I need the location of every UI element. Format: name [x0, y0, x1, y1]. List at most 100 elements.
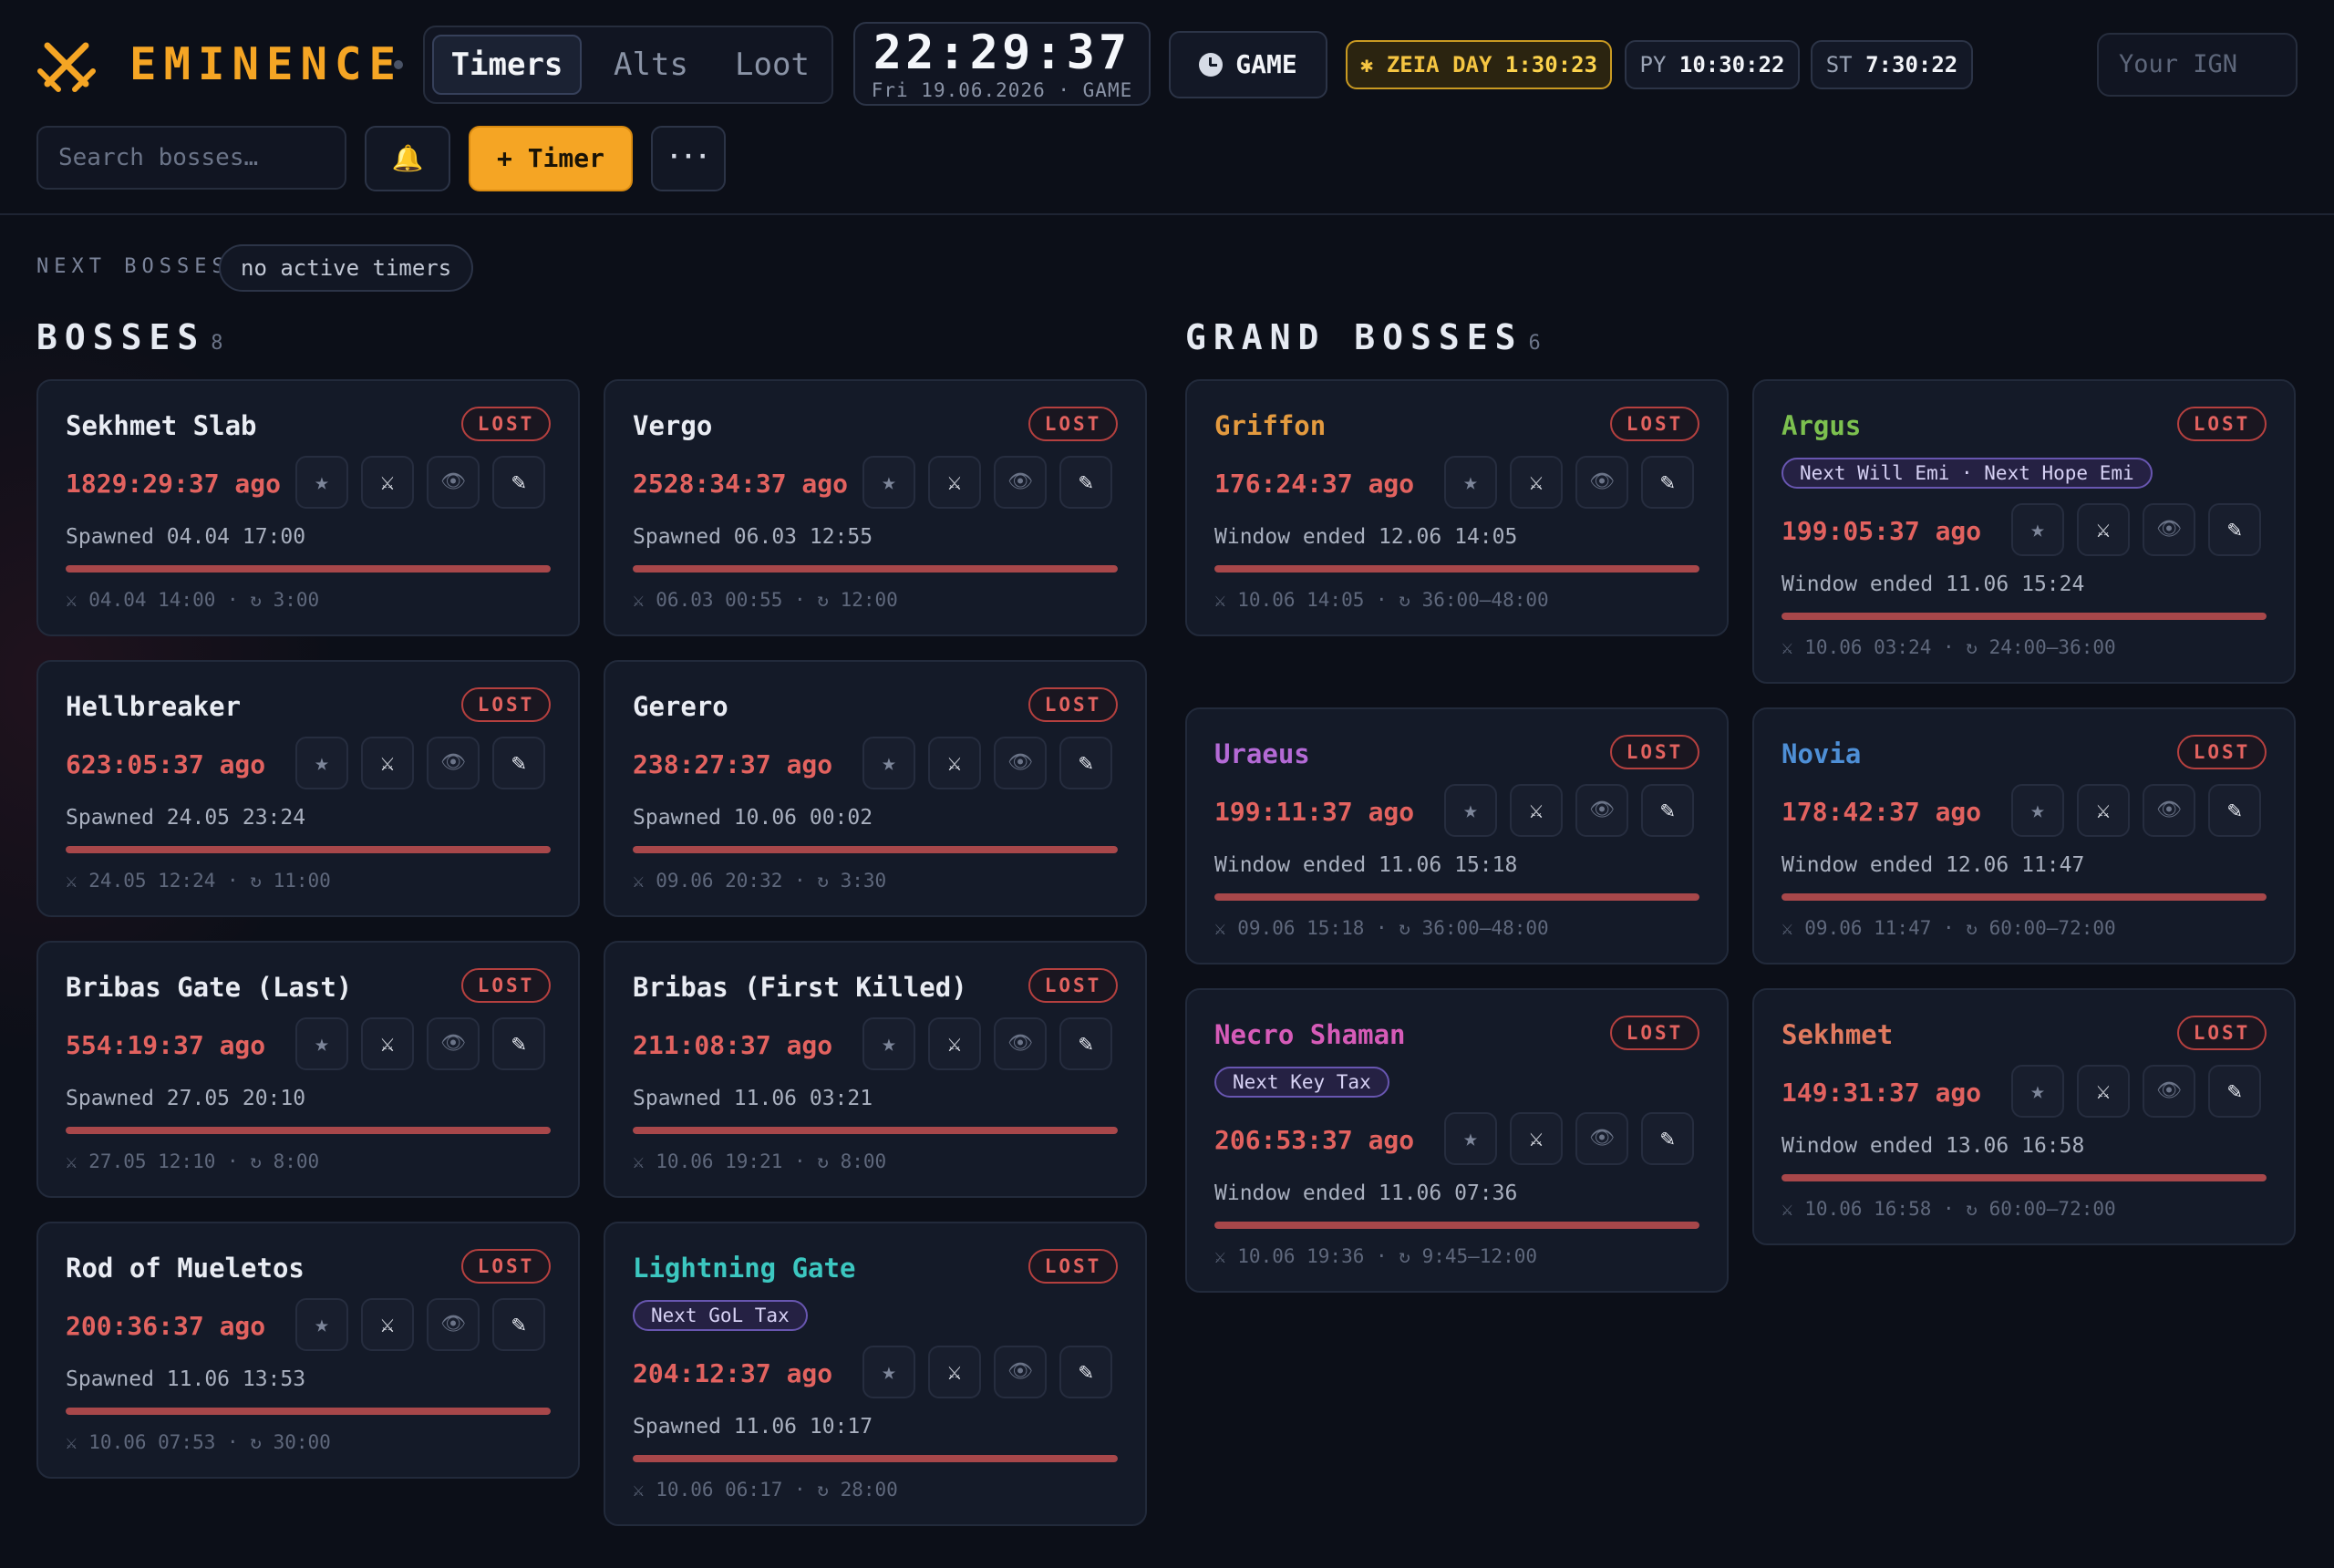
- edit-icon[interactable]: ✎: [1641, 784, 1694, 837]
- py-value: 10:30:22: [1678, 52, 1785, 77]
- sword-icon[interactable]: ⚔: [2077, 1065, 2130, 1118]
- sword-icon[interactable]: ⚔: [361, 737, 414, 789]
- star-icon[interactable]: ★: [2011, 503, 2064, 556]
- edit-icon[interactable]: ✎: [492, 1298, 545, 1351]
- eye-icon[interactable]: 👁: [427, 737, 480, 789]
- bosses-title: BOSSES 8: [36, 317, 223, 357]
- star-icon[interactable]: ★: [295, 1017, 348, 1070]
- edit-icon[interactable]: ✎: [1641, 1112, 1694, 1165]
- sword-icon[interactable]: ⚔: [361, 1017, 414, 1070]
- eye-icon[interactable]: 👁: [1575, 1112, 1628, 1165]
- edit-icon[interactable]: ✎: [1059, 1346, 1112, 1398]
- eye-icon[interactable]: 👁: [427, 456, 480, 509]
- zeia-day-value: 1:30:23: [1504, 52, 1598, 77]
- star-icon[interactable]: ★: [1444, 456, 1497, 509]
- star-icon[interactable]: ★: [295, 1298, 348, 1351]
- status-badge: LOST: [1028, 687, 1118, 722]
- eye-icon[interactable]: 👁: [1575, 784, 1628, 837]
- ign-input[interactable]: Your IGN: [2097, 33, 2298, 97]
- sword-icon[interactable]: ⚔: [1510, 456, 1563, 509]
- time-since: 554:19:37 ago: [66, 1030, 266, 1060]
- eye-icon[interactable]: 👁: [994, 1017, 1047, 1070]
- star-icon[interactable]: ★: [295, 737, 348, 789]
- card-actions: ★ ⚔ 👁 ✎: [1444, 1112, 1699, 1165]
- spawn-info: Window ended 12.06 11:47: [1781, 853, 2085, 877]
- edit-icon[interactable]: ✎: [2208, 1065, 2261, 1118]
- sword-icon[interactable]: ⚔: [361, 456, 414, 509]
- progress-bar: [66, 1127, 551, 1134]
- boss-card: Sekhmet Slab LOST 1829:29:37 ago ★ ⚔ 👁 ✎ Spawne…: [36, 379, 580, 636]
- edit-icon[interactable]: ✎: [1641, 456, 1694, 509]
- sword-icon[interactable]: ⚔: [2077, 503, 2130, 556]
- boss-name: Vergo: [633, 410, 713, 441]
- tab-loot[interactable]: Loot: [718, 35, 826, 95]
- sword-icon[interactable]: ⚔: [1510, 1112, 1563, 1165]
- add-timer-button[interactable]: + Timer: [469, 126, 633, 191]
- brand-name: EMINENCE: [129, 38, 404, 90]
- progress-bar: [66, 565, 551, 573]
- card-actions: ★ ⚔ 👁 ✎: [2011, 784, 2267, 837]
- sword-icon[interactable]: ⚔: [928, 456, 981, 509]
- bell-icon[interactable]: 🔔: [365, 126, 450, 191]
- game-clock: 22:29:37 Fri 19.06.2026 · GAME: [853, 22, 1151, 106]
- search-input[interactable]: Search bosses…: [36, 126, 346, 190]
- star-icon[interactable]: ★: [862, 456, 915, 509]
- edit-icon[interactable]: ✎: [2208, 784, 2261, 837]
- star-icon[interactable]: ★: [295, 456, 348, 509]
- tab-alts[interactable]: Alts: [594, 35, 707, 95]
- sword-icon[interactable]: ⚔: [928, 737, 981, 789]
- boss-card: Griffon LOST 176:24:37 ago ★ ⚔ 👁 ✎ Window ended…: [1185, 379, 1729, 636]
- progress-bar: [66, 1408, 551, 1415]
- eye-icon[interactable]: 👁: [2143, 784, 2195, 837]
- boss-card: Rod of Mueletos LOST 200:36:37 ago ★ ⚔ 👁 ✎ Spaw…: [36, 1222, 580, 1479]
- eye-icon[interactable]: 👁: [427, 1017, 480, 1070]
- edit-icon[interactable]: ✎: [492, 456, 545, 509]
- spawn-info: Window ended 13.06 16:58: [1781, 1134, 2085, 1158]
- star-icon[interactable]: ★: [862, 1017, 915, 1070]
- edit-icon[interactable]: ✎: [1059, 737, 1112, 789]
- sword-icon[interactable]: ⚔: [928, 1017, 981, 1070]
- star-icon[interactable]: ★: [862, 1346, 915, 1398]
- star-icon[interactable]: ★: [1444, 1112, 1497, 1165]
- edit-icon[interactable]: ✎: [492, 737, 545, 789]
- more-button[interactable]: ···: [651, 126, 726, 191]
- edit-icon[interactable]: ✎: [1059, 456, 1112, 509]
- sword-icon[interactable]: ⚔: [361, 1298, 414, 1351]
- star-icon[interactable]: ★: [862, 737, 915, 789]
- tab-timers[interactable]: Timers: [432, 35, 582, 95]
- eye-icon[interactable]: 👁: [427, 1298, 480, 1351]
- sword-icon[interactable]: ⚔: [2077, 784, 2130, 837]
- boss-name: Bribas (First Killed): [633, 972, 967, 1003]
- status-badge: LOST: [1610, 407, 1699, 441]
- eye-icon[interactable]: 👁: [2143, 503, 2195, 556]
- sword-icon[interactable]: ⚔: [1510, 784, 1563, 837]
- eye-icon[interactable]: 👁: [994, 737, 1047, 789]
- next-tag: Next Will Emi · Next Hope Emi: [1781, 458, 2153, 489]
- spawn-info: Spawned 27.05 20:10: [66, 1087, 306, 1110]
- status-badge: LOST: [461, 407, 551, 441]
- progress-fill: [1214, 565, 1699, 573]
- status-badge: LOST: [2177, 735, 2267, 769]
- star-icon[interactable]: ★: [2011, 1065, 2064, 1118]
- main-tabs: Timers Alts Loot: [423, 26, 833, 104]
- spawn-info: Spawned 11.06 10:17: [633, 1415, 873, 1439]
- boss-name: Bribas Gate (Last): [66, 972, 353, 1003]
- boss-name: Gerero: [633, 691, 728, 722]
- star-icon[interactable]: ★: [2011, 784, 2064, 837]
- sword-icon[interactable]: ⚔: [928, 1346, 981, 1398]
- spawn-info: Spawned 04.04 17:00: [66, 525, 306, 549]
- eye-icon[interactable]: 👁: [994, 456, 1047, 509]
- edit-icon[interactable]: ✎: [492, 1017, 545, 1070]
- top-bar: EMINENCE Timers Alts Loot 22:29:37 Fri 1…: [0, 0, 2334, 215]
- edit-icon[interactable]: ✎: [1059, 1017, 1112, 1070]
- time-mode-button[interactable]: GAME: [1169, 31, 1327, 98]
- time-since: 204:12:37 ago: [633, 1358, 833, 1388]
- clock-date: Fri 19.06.2026 · GAME: [871, 79, 1133, 101]
- boss-card: Gerero LOST 238:27:37 ago ★ ⚔ 👁 ✎ Spawned 10.06…: [604, 660, 1147, 917]
- edit-icon[interactable]: ✎: [2208, 503, 2261, 556]
- eye-icon[interactable]: 👁: [2143, 1065, 2195, 1118]
- eye-icon[interactable]: 👁: [994, 1346, 1047, 1398]
- star-icon[interactable]: ★: [1444, 784, 1497, 837]
- eye-icon[interactable]: 👁: [1575, 456, 1628, 509]
- card-actions: ★ ⚔ 👁 ✎: [862, 456, 1118, 509]
